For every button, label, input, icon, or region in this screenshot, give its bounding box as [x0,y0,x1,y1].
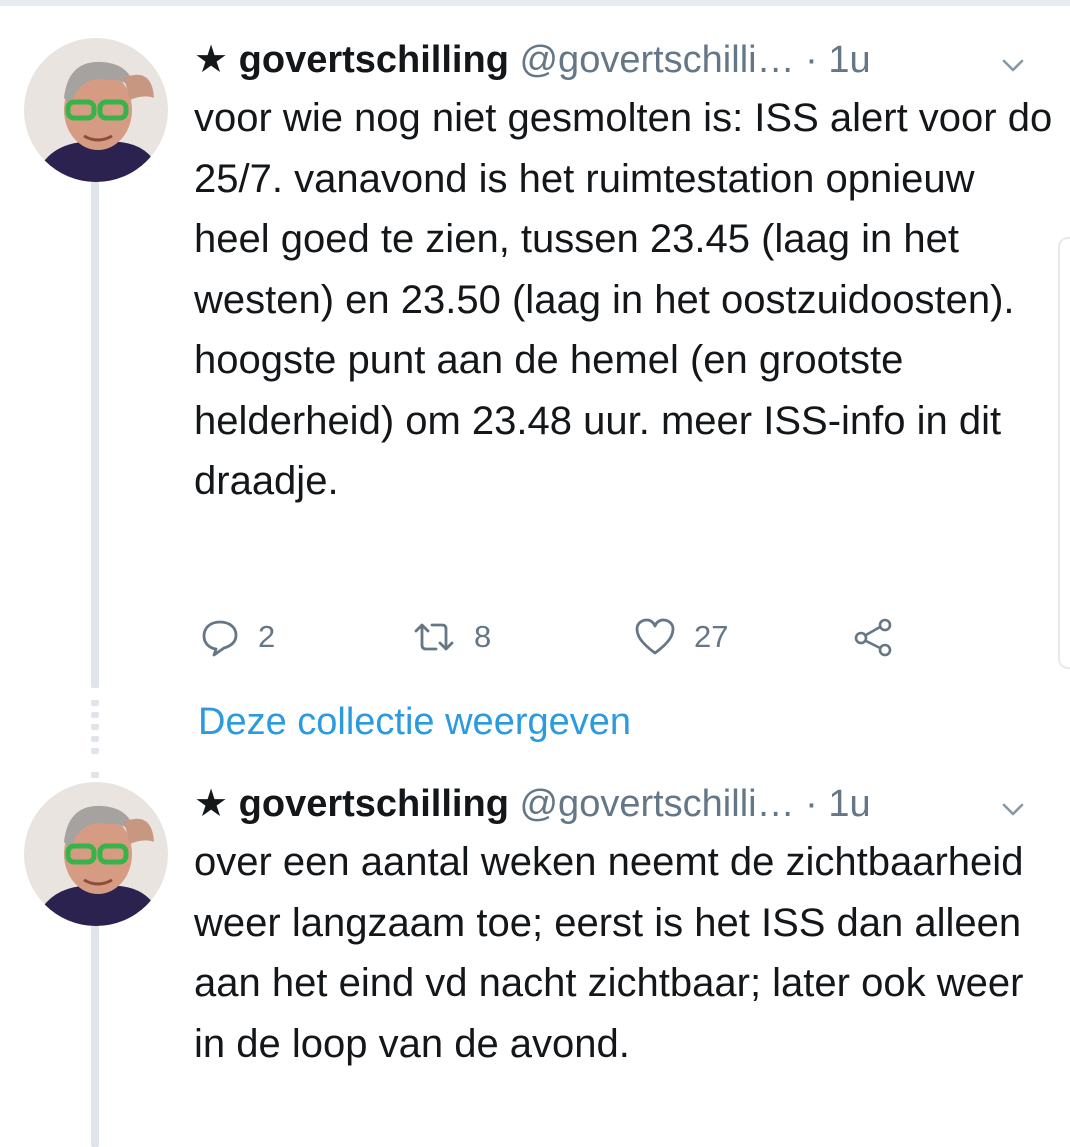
handle[interactable]: @govertschilli… [519,39,794,81]
tweet-text: voor wie nog niet gesmolten is: ISS aler… [194,96,1053,503]
reply-icon [200,617,240,657]
view-collection-link[interactable]: Deze collectie weergeven [198,696,631,748]
like-count: 27 [694,619,729,654]
avatar[interactable] [24,38,168,182]
retweet-button[interactable]: 8 [412,612,491,662]
tweet-actions: 2 8 27 [194,612,914,662]
reply-button[interactable]: 2 [200,612,275,662]
thread-dots [91,700,99,764]
retweet-icon [412,617,456,657]
retweet-count: 8 [474,619,492,654]
chevron-down-icon[interactable] [998,788,1028,818]
share-button[interactable] [852,612,896,662]
like-icon [634,617,676,657]
tweet-header: ★ govertschilling @govertschilli… · 1u [194,780,1054,828]
tweet-text: over een aantal weken neemt de zichtbaar… [194,840,1024,1066]
thread-line [91,178,99,688]
handle[interactable]: @govertschilli… [519,783,794,825]
tweet-header: ★ govertschilling @govertschilli… · 1u [194,36,1054,84]
reply-count: 2 [258,619,276,654]
thread-line [91,772,99,778]
top-divider [0,0,1070,6]
star-icon: ★ [194,39,229,81]
timestamp: · 1u [805,39,871,81]
chevron-down-icon[interactable] [998,44,1028,74]
avatar[interactable] [24,782,168,926]
share-icon [852,617,896,657]
thread-line [91,922,99,1147]
side-edge [1058,237,1070,669]
username[interactable]: govertschilling [239,39,509,81]
star-icon: ★ [194,783,229,825]
username[interactable]: govertschilling [239,783,509,825]
timestamp: · 1u [805,783,871,825]
like-button[interactable]: 27 [634,612,728,662]
